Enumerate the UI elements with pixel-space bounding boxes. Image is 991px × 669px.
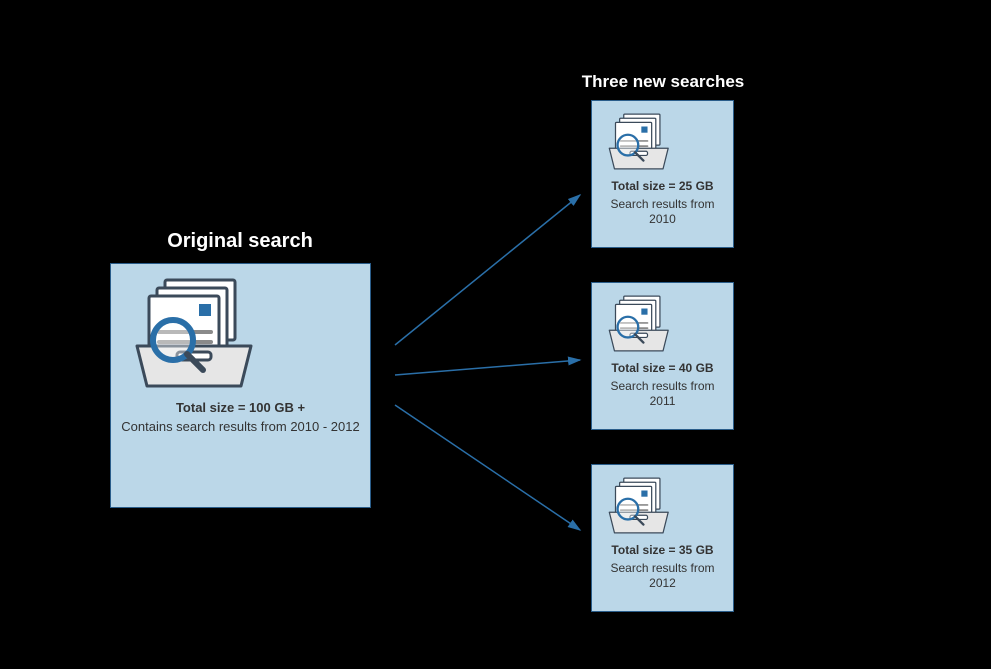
source-search-card: Total size = 100 GB + Contains search re… — [110, 263, 371, 508]
target-size-label: Total size = 35 GB — [600, 543, 725, 557]
header-split: Three new searches — [573, 72, 753, 92]
target-desc: Search results from 2010 — [600, 197, 725, 227]
search-archive-icon — [600, 475, 678, 537]
target-desc: Search results from 2011 — [600, 379, 725, 409]
target-card-2012: Total size = 35 GB Search results from 2… — [591, 464, 734, 612]
target-size-label: Total size = 25 GB — [600, 179, 725, 193]
target-desc: Search results from 2012 — [600, 561, 725, 591]
source-desc: Contains search results from 2010 - 2012 — [119, 419, 362, 435]
search-archive-icon — [600, 111, 678, 173]
source-size-label: Total size = 100 GB + — [119, 400, 362, 415]
target-card-2010: Total size = 25 GB Search results from 2… — [591, 100, 734, 248]
search-archive-icon — [600, 293, 678, 355]
search-archive-icon — [119, 274, 269, 394]
target-size-label: Total size = 40 GB — [600, 361, 725, 375]
header-original: Original search — [110, 230, 370, 253]
target-card-2011: Total size = 40 GB Search results from 2… — [591, 282, 734, 430]
